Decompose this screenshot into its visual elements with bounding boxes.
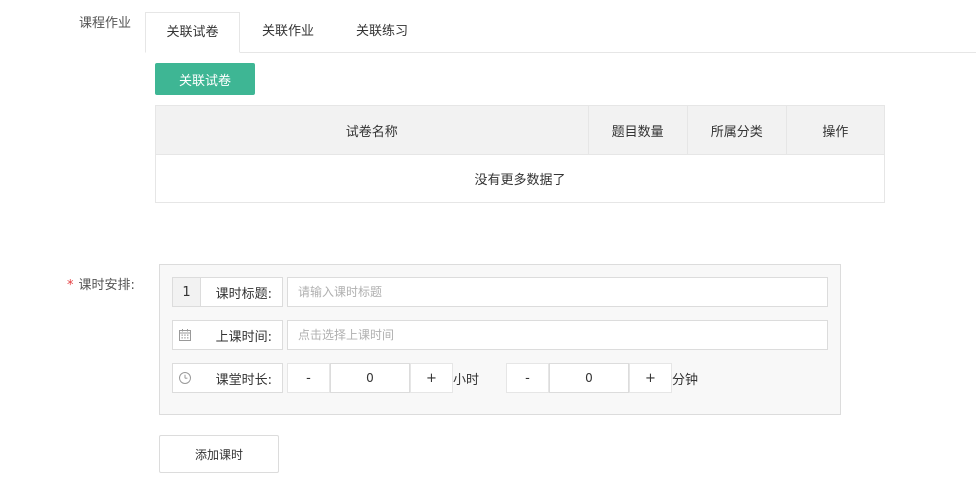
hours-plus-button[interactable]: + (410, 363, 453, 393)
calendar-icon (173, 321, 197, 349)
table-row: 没有更多数据了 (156, 155, 885, 203)
minutes-minus-button[interactable]: - (506, 363, 549, 393)
empty-text: 没有更多数据了 (474, 173, 566, 188)
clock-icon (173, 364, 197, 392)
schedule-label-text: 课时安排: (78, 278, 135, 293)
hours-input[interactable] (330, 363, 410, 393)
lesson-duration-label: 课堂时长: (215, 372, 272, 388)
required-mark: * (67, 278, 74, 293)
header-question-count: 题目数量 (588, 105, 688, 155)
header-exam-name: 试卷名称 (155, 105, 589, 155)
lesson-title-prefix: 1 课时标题: (172, 277, 283, 307)
exam-table: 试卷名称 题目数量 所属分类 操作 没有更多数据了 (155, 105, 885, 203)
tab-bar: 关联试卷 关联作业 关联练习 (145, 12, 976, 53)
lesson-time-prefix: 上课时间: (172, 320, 283, 350)
header-actions: 操作 (786, 105, 885, 155)
lesson-title-label: 课时标题: (215, 286, 272, 302)
lesson-duration-prefix: 课堂时长: (172, 363, 283, 393)
tab-link-homework[interactable]: 关联作业 (243, 12, 333, 53)
schedule-panel: 1 课时标题: 上课时间: (159, 264, 841, 415)
tab-link-practice[interactable]: 关联练习 (337, 12, 427, 53)
hours-minus-button[interactable]: - (287, 363, 330, 393)
minutes-input[interactable] (549, 363, 629, 393)
header-category: 所属分类 (687, 105, 787, 155)
lesson-time-label: 上课时间: (215, 329, 272, 345)
minutes-plus-button[interactable]: + (629, 363, 672, 393)
lesson-index: 1 (173, 278, 201, 306)
lesson-title-input[interactable] (287, 277, 828, 307)
minutes-unit: 分钟 (672, 373, 699, 388)
tab-link-exam[interactable]: 关联试卷 (145, 12, 240, 53)
link-exam-button[interactable]: 关联试卷 (155, 63, 255, 95)
table-header-row: 试卷名称 题目数量 所属分类 操作 (155, 105, 885, 155)
hours-unit: 小时 (453, 373, 480, 388)
homework-label: 课程作业 (79, 16, 132, 31)
schedule-label: * 课时安排: (67, 274, 135, 293)
add-lesson-button[interactable]: 添加课时 (159, 435, 279, 473)
lesson-time-input[interactable] (287, 320, 828, 350)
